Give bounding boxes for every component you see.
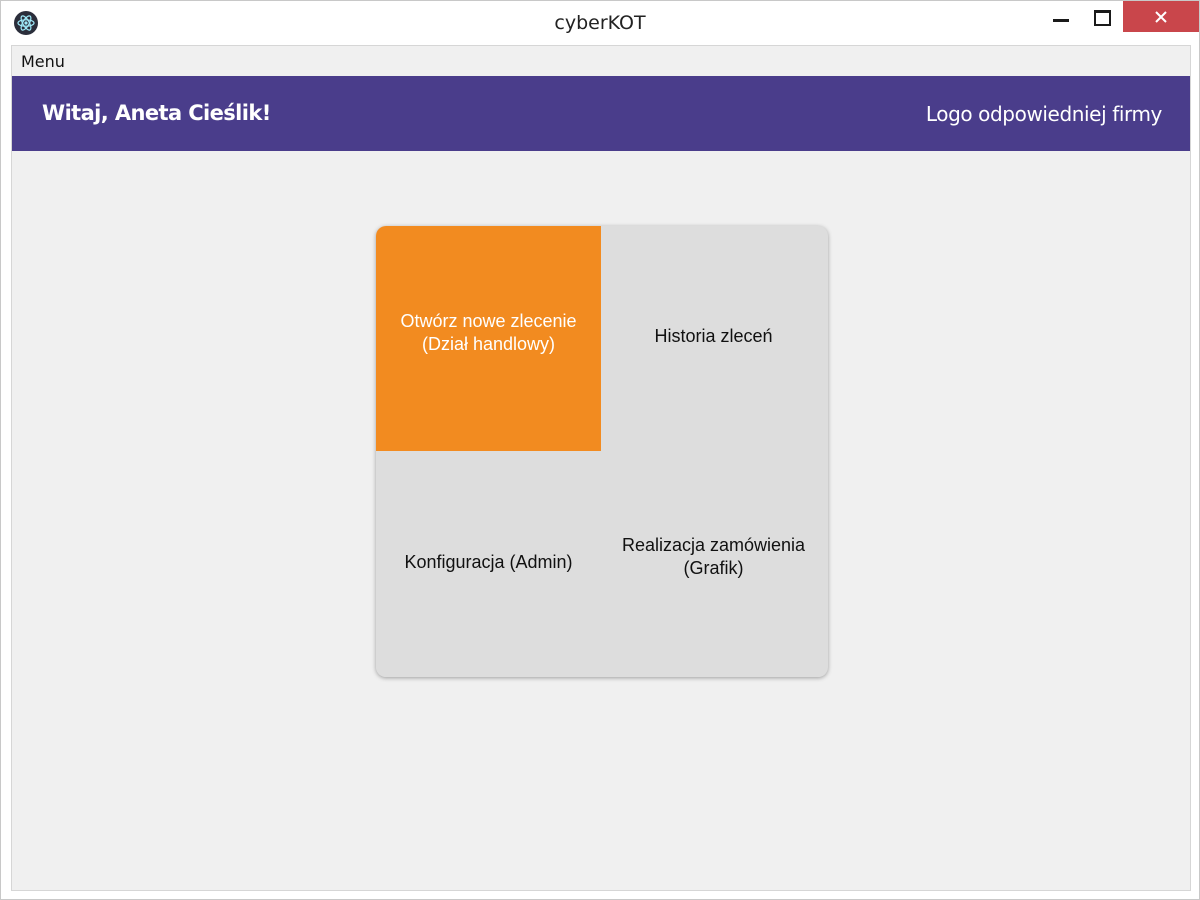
close-button[interactable] [1123,1,1199,32]
window-title: cyberKOT [554,12,646,34]
close-icon [1155,11,1167,23]
greeting-text: Witaj, Aneta Cieślik! [42,101,271,125]
maximize-button[interactable] [1083,1,1121,32]
title-bar[interactable]: cyberKOT [1,1,1199,45]
menu-bar: Menu [12,46,1190,76]
header-banner: Witaj, Aneta Cieślik! Logo odpowiedniej … [12,76,1190,151]
tile-configuration[interactable]: Konfiguracja (Admin) [376,452,601,677]
company-logo-placeholder: Logo odpowiedniej firmy [925,102,1163,126]
menu-item-menu[interactable]: Menu [21,52,65,71]
minimize-button[interactable] [1041,1,1081,32]
tile-label: Otwórz nowe zlecenie (Dział handlowy) [400,310,577,354]
tile-order-history[interactable]: Historia zleceń [601,226,826,451]
tile-label: Historia zleceń [654,326,773,346]
main-menu-grid: Otwórz nowe zlecenie (Dział handlowy) Hi… [376,226,828,677]
client-area: Menu Witaj, Aneta Cieślik! Logo odpowied… [11,45,1191,891]
app-window: cyberKOT Menu Witaj, Aneta Cieślik! Logo… [0,0,1200,900]
tile-new-order[interactable]: Otwórz nowe zlecenie (Dział handlowy) [376,226,601,451]
tile-label: Realizacja zamówienia (Grafik) [621,534,806,578]
tile-order-fulfillment[interactable]: Realizacja zamówienia (Grafik) [601,452,826,677]
tile-label: Konfiguracja (Admin) [404,552,573,572]
